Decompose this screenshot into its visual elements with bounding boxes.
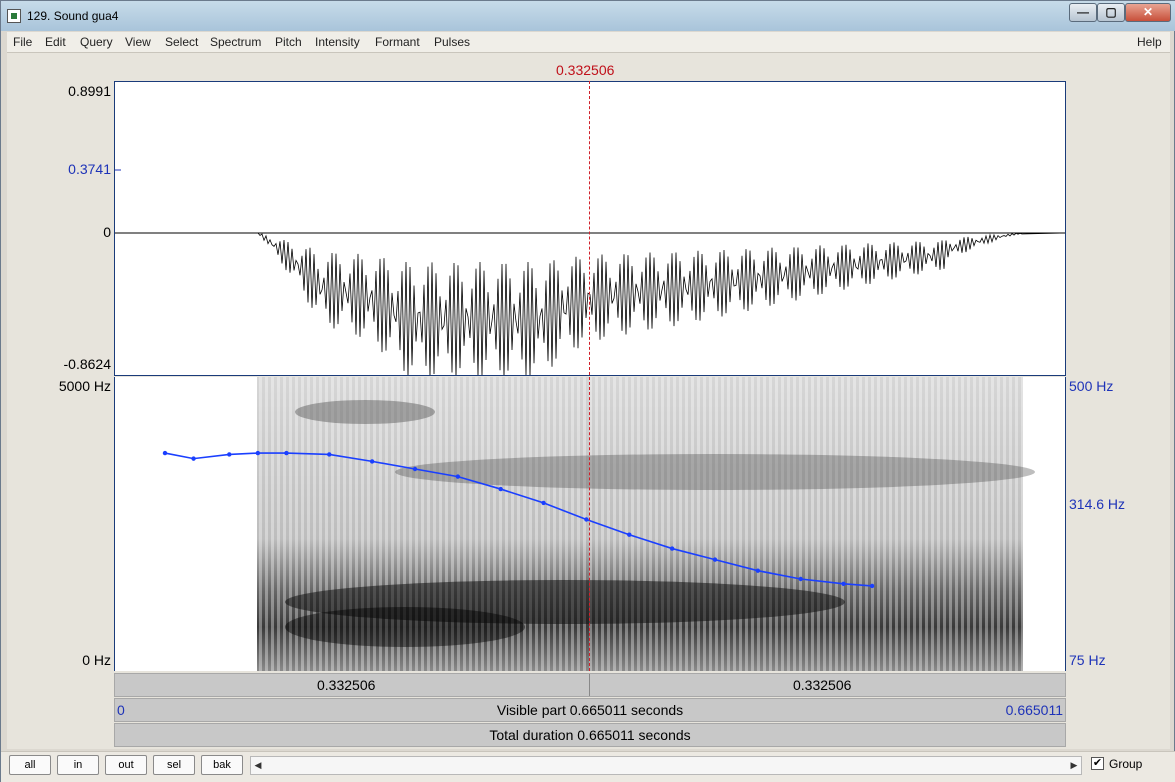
bottom-toolbar: all in out sel bak ◀ ▶ ✔ Group — [1, 751, 1175, 782]
zoom-in-button[interactable]: in — [57, 755, 99, 775]
pitch-point-12 — [627, 532, 632, 537]
menu-bar: File Edit Query View Select Spectrum Pit… — [7, 32, 1170, 53]
pitch-axis-bottom: 75 Hz — [1069, 652, 1106, 668]
zoom-all-button[interactable]: all — [9, 755, 51, 775]
maximize-button[interactable]: ▢ — [1097, 3, 1125, 22]
menu-help[interactable]: Help — [1137, 35, 1162, 49]
title-bar[interactable]: 129. Sound gua4 — ▢ ✕ — [1, 1, 1175, 31]
spectrogram-plot — [162, 377, 1035, 671]
group-label: Group — [1109, 757, 1143, 771]
pitch-point-13 — [669, 546, 675, 551]
spec-freq-bottom: 0 Hz — [82, 652, 111, 668]
wave-y-max: 0.8991 — [68, 83, 111, 99]
pitch-axis-mid: 314.6 Hz — [1069, 496, 1126, 512]
total-duration-bar[interactable]: Total duration 0.665011 seconds — [114, 723, 1066, 747]
spectrogram-area[interactable] — [114, 377, 1066, 671]
pitch-point-7 — [412, 466, 418, 472]
segment-right-duration[interactable]: 0.332506 — [793, 677, 851, 693]
scroll-right-icon[interactable]: ▶ — [1067, 757, 1081, 774]
pitch-point-14 — [712, 557, 718, 562]
waveform-area[interactable] — [114, 81, 1066, 379]
segment-bar[interactable]: 0.332506 0.332506 — [114, 673, 1066, 697]
waveform-signal — [115, 232, 1066, 379]
pitch-point-17 — [841, 581, 846, 587]
wave-y-mark: 0.3741 — [68, 161, 111, 177]
pitch-point-2 — [227, 452, 232, 457]
pitch-point-6 — [369, 459, 375, 464]
cursor-time-label: 0.332506 — [556, 62, 615, 78]
minimize-button[interactable]: — — [1069, 3, 1097, 22]
wave-y-min: -0.8624 — [63, 356, 111, 372]
visible-end-time: 0.665011 — [1005, 702, 1063, 718]
spec-freq-top: 5000 Hz — [58, 378, 111, 394]
zoom-out-button[interactable]: out — [105, 755, 147, 775]
menu-query[interactable]: Query — [80, 35, 113, 49]
scroll-left-icon[interactable]: ◀ — [251, 757, 265, 774]
pitch-point-15 — [755, 568, 761, 573]
pitch-point-5 — [327, 452, 332, 457]
pitch-point-11 — [584, 517, 589, 522]
menu-edit[interactable]: Edit — [45, 35, 66, 49]
visible-part-label[interactable]: Visible part 0.665011 seconds — [115, 702, 1065, 718]
segment-left-duration[interactable]: 0.332506 — [317, 677, 375, 693]
pitch-point-4 — [284, 450, 289, 456]
pitch-axis-top: 500 Hz — [1069, 378, 1114, 394]
time-scrollbar[interactable]: ◀ ▶ — [250, 756, 1082, 775]
close-button[interactable]: ✕ — [1125, 3, 1171, 22]
pitch-point-16 — [798, 576, 803, 582]
group-checkbox[interactable]: ✔ — [1091, 757, 1104, 770]
formant-band-f1 — [285, 607, 525, 647]
menu-pulses[interactable]: Pulses — [434, 35, 470, 49]
pitch-point-18 — [869, 583, 875, 589]
time-cursor-line[interactable] — [589, 81, 590, 671]
menu-intensity[interactable]: Intensity — [315, 35, 360, 49]
total-duration-label[interactable]: Total duration 0.665011 seconds — [115, 727, 1065, 743]
menu-select[interactable]: Select — [165, 35, 198, 49]
pitch-point-1 — [191, 456, 196, 461]
menu-view[interactable]: View — [125, 35, 151, 49]
menu-file[interactable]: File — [13, 35, 32, 49]
menu-pitch[interactable]: Pitch — [275, 35, 302, 49]
pitch-point-10 — [541, 500, 546, 506]
pitch-point-3 — [255, 450, 261, 456]
zoom-back-button[interactable]: bak — [201, 755, 243, 775]
formant-band-high — [295, 400, 435, 424]
zoom-selection-button[interactable]: sel — [153, 755, 195, 775]
menu-spectrum[interactable]: Spectrum — [210, 35, 261, 49]
wave-y-zero: 0 — [103, 224, 111, 240]
formant-band-mid — [395, 454, 1035, 490]
menu-formant[interactable]: Formant — [375, 35, 420, 49]
praat-app-icon — [7, 9, 21, 23]
waveform-plot — [115, 169, 1066, 379]
segment-divider — [589, 674, 590, 696]
praat-sound-window: 129. Sound gua4 — ▢ ✕ File Edit Query Vi… — [0, 0, 1175, 782]
pitch-point-8 — [455, 474, 461, 479]
window-title: 129. Sound gua4 — [27, 9, 119, 23]
pitch-point-0 — [162, 450, 168, 456]
pitch-point-9 — [498, 486, 503, 492]
visible-part-bar[interactable]: 0 Visible part 0.665011 seconds 0.665011 — [114, 698, 1066, 722]
